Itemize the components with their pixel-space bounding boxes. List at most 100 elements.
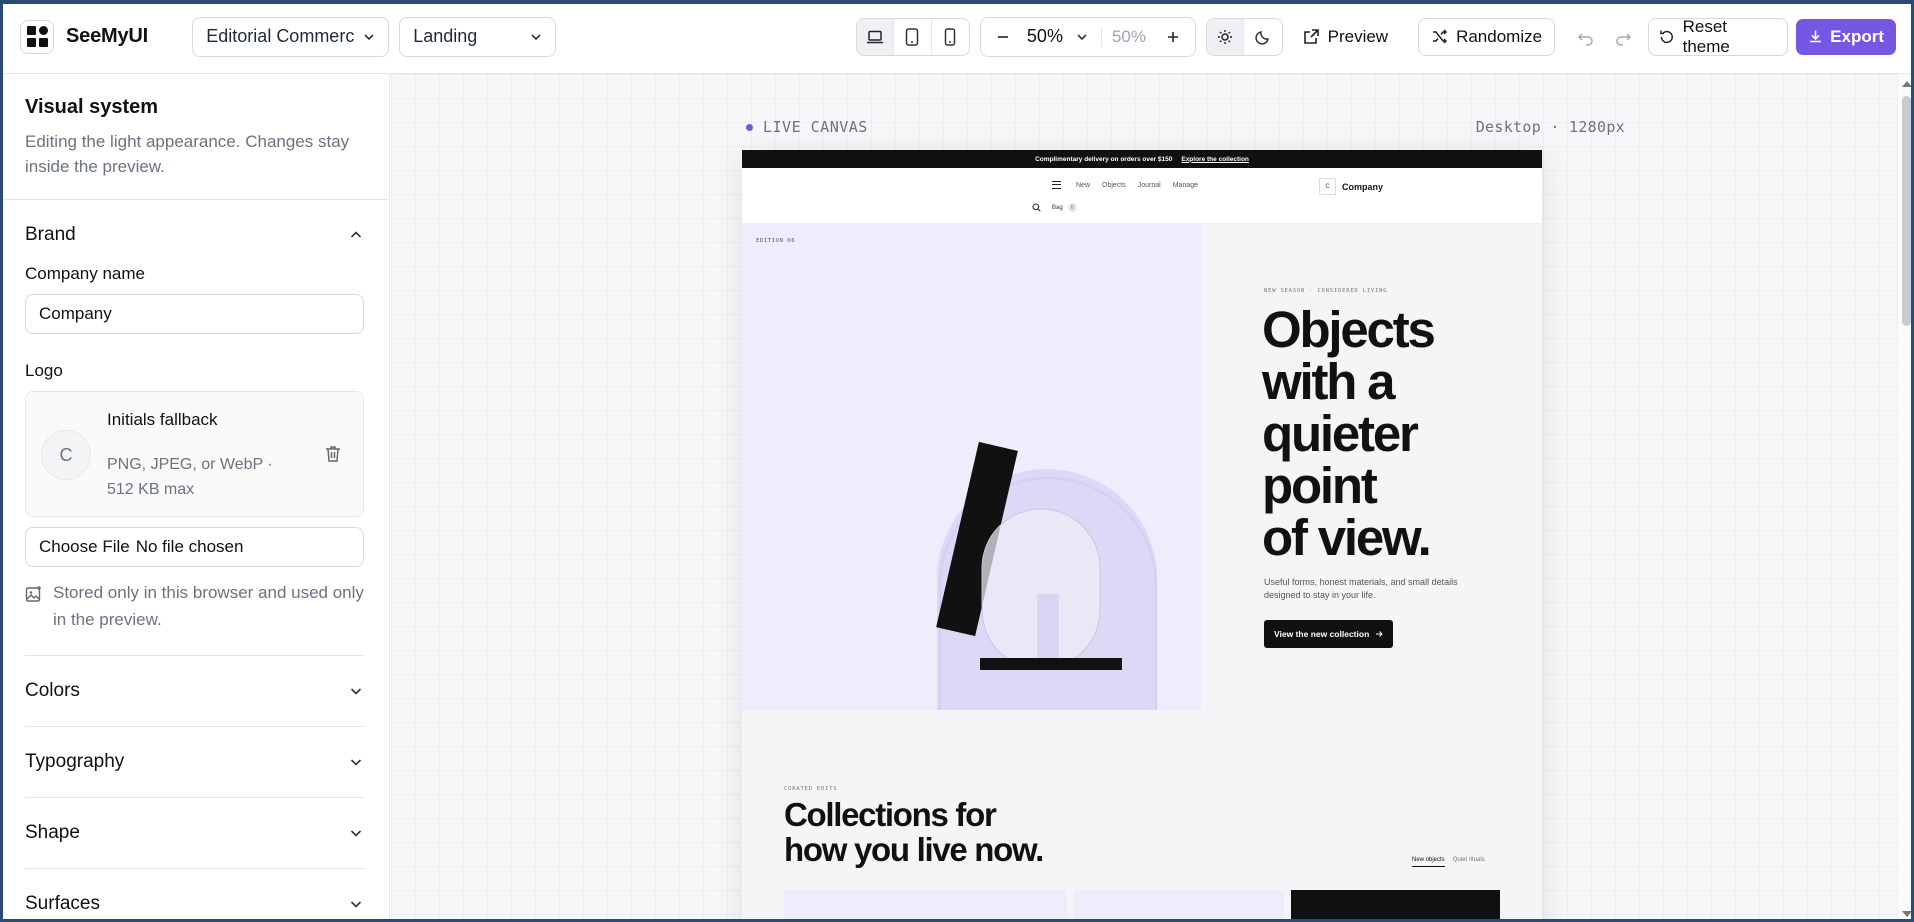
hero-cta-button[interactable]: View the new collection — [1264, 620, 1394, 648]
zoom-readout: 50% — [1100, 26, 1153, 47]
app-logo-icon — [20, 19, 54, 54]
chevron-down-icon — [350, 688, 362, 695]
hero-title: Objects with a quieter point of view. — [1262, 304, 1522, 564]
choose-file-button[interactable]: Choose File — [39, 537, 130, 557]
randomize-button[interactable]: Randomize — [1418, 17, 1556, 56]
surfaces-section-title: Surfaces — [25, 893, 100, 914]
company-name-input[interactable]: Company — [25, 294, 364, 334]
logo-file-input[interactable]: Choose File No file chosen — [25, 527, 364, 567]
search-icon[interactable] — [1032, 203, 1041, 212]
site-logo[interactable]: C Company — [1319, 178, 1383, 195]
tab-new-objects[interactable]: New objects — [1412, 857, 1445, 867]
preview-button[interactable]: Preview — [1290, 17, 1401, 56]
laptop-icon — [867, 30, 884, 43]
zoom-out-button[interactable] — [991, 20, 1015, 54]
collections-eyebrow: CURATED EDITS — [784, 786, 838, 792]
sun-icon — [1218, 29, 1233, 44]
export-button[interactable]: Export — [1796, 18, 1897, 55]
nav-utilities: Bag 0 — [1032, 203, 1077, 212]
colors-section[interactable]: Colors — [25, 656, 364, 727]
dark-mode-button[interactable] — [1244, 19, 1281, 55]
surfaces-section-toggle[interactable]: Surfaces — [25, 869, 364, 922]
page-select[interactable]: Landing — [399, 16, 556, 57]
chevron-down-icon — [364, 33, 374, 40]
undo-icon — [1577, 32, 1593, 46]
announcement-bar: Complimentary delivery on orders over $1… — [742, 150, 1542, 168]
announcement-link[interactable]: Explore the collection — [1181, 156, 1249, 163]
collections-title: Collections for how you live now. — [784, 797, 1084, 867]
appearance-switcher — [1205, 17, 1283, 56]
tablet-icon — [906, 27, 919, 46]
nav-link-new[interactable]: New — [1076, 182, 1090, 189]
plus-icon — [1167, 31, 1178, 42]
light-mode-button[interactable] — [1206, 18, 1245, 55]
hero-title-line: point — [1262, 457, 1378, 514]
randomize-label: Randomize — [1456, 26, 1543, 46]
site-logo-mark: C — [1319, 178, 1336, 195]
hero-eyebrow: NEW SEASON · CONSIDERED LIVING — [1264, 288, 1388, 294]
logo-hint: PNG, JPEG, or WebP · 512 KB max — [107, 456, 273, 498]
collections-tabs: New objects Quiet rituals — [1412, 857, 1485, 867]
template-select-value: Editorial Commerce — [206, 26, 355, 46]
device-desktop-button[interactable] — [856, 18, 895, 55]
collection-card[interactable] — [1074, 890, 1284, 922]
hero-cta-label: View the new collection — [1274, 629, 1370, 639]
device-tablet-button[interactable] — [894, 18, 932, 55]
redo-button[interactable] — [1606, 20, 1639, 54]
site-nav-links: New Objects Journal Manage — [1076, 182, 1198, 189]
zoom-value[interactable]: 50% — [1023, 26, 1067, 47]
reset-theme-button[interactable]: Reset theme — [1647, 17, 1789, 56]
chevron-down-icon — [350, 830, 362, 837]
canvas-label: LIVE CANVAS — [746, 118, 868, 136]
phone-icon — [945, 27, 956, 46]
sidebar-title: Visual system — [25, 96, 159, 118]
nav-link-journal[interactable]: Journal — [1138, 182, 1161, 189]
typography-section-toggle[interactable]: Typography — [25, 727, 364, 797]
moon-icon — [1255, 30, 1269, 45]
undo-button[interactable] — [1569, 20, 1602, 54]
brand-section-title: Brand — [25, 224, 76, 245]
company-name-label: Company name — [25, 264, 146, 283]
brand-section-toggle[interactable]: Brand — [25, 200, 364, 270]
minus-icon — [997, 35, 1008, 38]
bag-label[interactable]: Bag — [1052, 205, 1063, 211]
device-mobile-button[interactable] — [932, 19, 969, 55]
canvas-scrollbar[interactable] — [1897, 74, 1914, 922]
chevron-down-icon[interactable] — [1075, 30, 1089, 44]
arrow-right-icon — [1376, 631, 1383, 637]
hero-title-line: Objects — [1262, 301, 1436, 358]
scroll-up-icon[interactable] — [1902, 81, 1912, 87]
download-icon — [1810, 30, 1822, 43]
collections-section: CURATED EDITS Collections for how you li… — [742, 710, 1542, 922]
colors-section-toggle[interactable]: Colors — [25, 656, 364, 726]
shape-section[interactable]: Shape — [25, 798, 364, 869]
scrollbar-thumb[interactable] — [1902, 96, 1911, 326]
top-toolbar: SeeMyUI Editorial Commerce Landing 50% 5… — [0, 0, 1914, 74]
hero-section: EDITION 06 NEW SEASON · CONSIDERED LIVIN… — [742, 224, 1542, 710]
company-name-value: Company — [39, 304, 112, 323]
preview-page[interactable]: Complimentary delivery on orders over $1… — [742, 150, 1542, 922]
surfaces-section[interactable]: Surfaces — [25, 869, 364, 922]
collection-card[interactable] — [784, 890, 1067, 922]
external-link-icon — [1303, 29, 1319, 44]
menu-icon[interactable] — [1052, 181, 1061, 189]
tab-quiet-rituals[interactable]: Quiet rituals — [1453, 857, 1485, 867]
settings-sidebar: Visual system Editing the light appearan… — [0, 74, 390, 922]
trash-icon[interactable] — [323, 444, 343, 464]
sidebar-subtitle: Editing the light appearance. Changes st… — [25, 132, 350, 176]
nav-link-objects[interactable]: Objects — [1102, 182, 1126, 189]
scroll-down-icon[interactable] — [1902, 911, 1912, 917]
logo-avatar: C — [41, 430, 91, 480]
shape-section-toggle[interactable]: Shape — [25, 798, 364, 868]
typography-section-title: Typography — [25, 751, 125, 772]
typography-section[interactable]: Typography — [25, 727, 364, 798]
live-canvas[interactable]: LIVE CANVAS Desktop · 1280px Complimenta… — [391, 74, 1897, 922]
collection-card[interactable] — [1291, 890, 1500, 922]
app-brand: SeeMyUI — [20, 19, 172, 54]
template-select[interactable]: Editorial Commerce — [192, 16, 390, 57]
zoom-in-button[interactable] — [1161, 20, 1185, 54]
nav-link-manage[interactable]: Manage — [1173, 182, 1198, 189]
export-label: Export — [1830, 26, 1885, 46]
chevron-down-icon — [350, 901, 362, 908]
zoom-control: 50% 50% — [979, 16, 1196, 57]
